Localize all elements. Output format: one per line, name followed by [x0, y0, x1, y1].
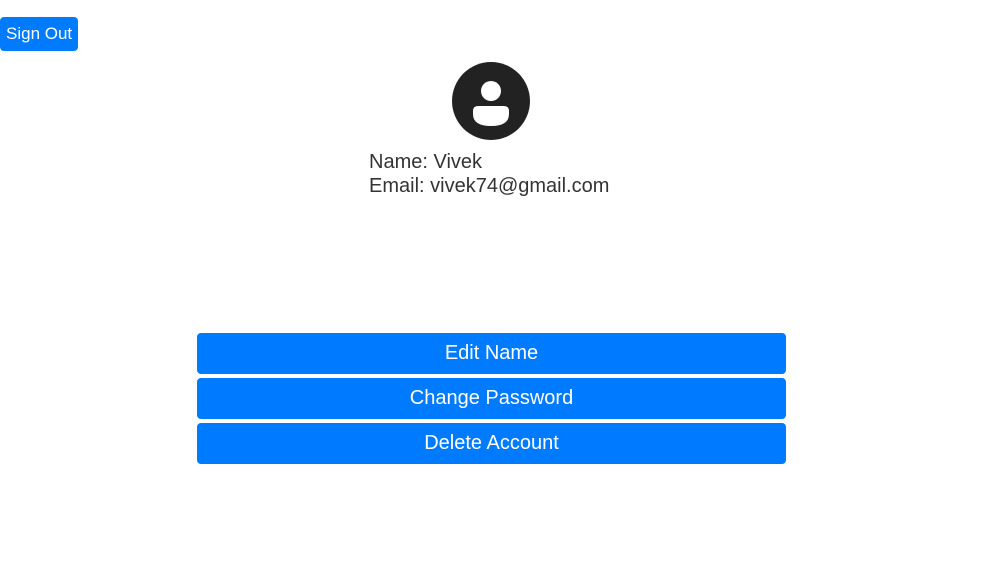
name-line: Name: Vivek	[369, 150, 609, 174]
user-info: Name: Vivek Email: vivek74@gmail.com	[369, 150, 609, 198]
email-value: vivek74@gmail.com	[430, 175, 610, 197]
name-value: Vivek	[433, 151, 483, 173]
avatar	[451, 61, 531, 141]
name-label: Name:	[369, 151, 428, 173]
email-line: Email: vivek74@gmail.com	[369, 174, 609, 198]
account-circle-icon	[451, 61, 531, 141]
profile-page: Sign Out Name: Vivek Email: vivek74@gmai…	[0, 0, 995, 561]
account-actions: Edit Name Change Password Delete Account	[197, 333, 786, 468]
delete-account-button[interactable]: Delete Account	[197, 423, 786, 464]
change-password-button[interactable]: Change Password	[197, 378, 786, 419]
email-label: Email:	[369, 175, 425, 197]
edit-name-button[interactable]: Edit Name	[197, 333, 786, 374]
sign-out-button[interactable]: Sign Out	[0, 17, 79, 51]
